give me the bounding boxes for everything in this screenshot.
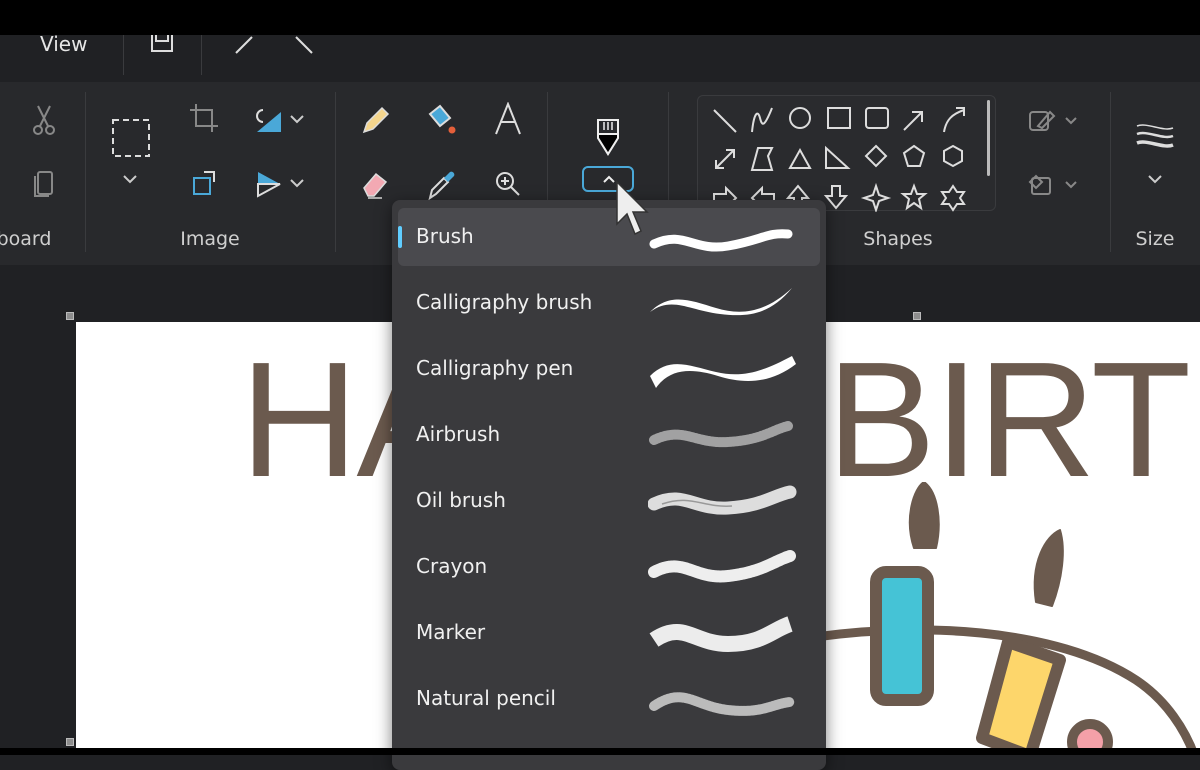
crop-icon[interactable]: [190, 104, 218, 132]
shape-icons: [713, 107, 966, 214]
brush-item-oil-brush[interactable]: Oil brush: [398, 472, 820, 530]
flip-icon[interactable]: [255, 170, 311, 198]
brushes-dropdown-menu: Brush Calligraphy brush Calligraphy pen …: [392, 200, 826, 770]
resize-handle-top[interactable]: [913, 312, 921, 320]
group-label-size: Size: [1135, 228, 1175, 250]
magnifier-icon[interactable]: [494, 170, 522, 198]
undo-icon[interactable]: [292, 35, 316, 55]
cut-icon[interactable]: [30, 104, 58, 136]
brush-item-marker[interactable]: Marker: [398, 604, 820, 662]
airbrush-stroke-preview: [649, 421, 793, 448]
cake-drawing: [796, 482, 1199, 755]
resize-handle-top-left[interactable]: [66, 312, 74, 320]
outline-icon[interactable]: [1028, 108, 1084, 134]
save-icon[interactable]: [150, 35, 174, 55]
rotate-icon[interactable]: [255, 106, 311, 134]
menu-view[interactable]: View: [40, 32, 87, 56]
text-icon[interactable]: [494, 102, 522, 136]
select-icon[interactable]: [111, 118, 151, 158]
size-icon[interactable]: [1135, 122, 1175, 154]
mouse-cursor-icon: [616, 180, 649, 236]
chevron-up-icon: [603, 175, 615, 183]
shapes-scrollbar[interactable]: [987, 100, 990, 176]
fill-icon[interactable]: [426, 104, 458, 136]
bottom-black-bar: [0, 748, 1200, 755]
calligraphy-brush-stroke-preview: [650, 288, 792, 316]
pencil-icon[interactable]: [360, 104, 390, 136]
redo-icon[interactable]: [232, 35, 256, 55]
copy-icon[interactable]: [32, 170, 56, 200]
group-label-clipboard: board: [0, 228, 52, 250]
crayon-stroke-preview: [648, 550, 796, 583]
size-chevron-icon[interactable]: [1147, 174, 1163, 186]
group-label-image: Image: [180, 228, 240, 250]
brush-icon[interactable]: [596, 118, 620, 158]
group-label-shapes: Shapes: [863, 228, 933, 250]
oil-brush-stroke-preview: [648, 485, 797, 515]
shapes-grid: [713, 100, 990, 214]
brush-item-airbrush[interactable]: Airbrush: [398, 406, 820, 464]
top-black-bar: [0, 0, 1200, 35]
brush-item-natural-pencil[interactable]: Natural pencil: [398, 670, 820, 728]
brush-item-calligraphy-brush[interactable]: Calligraphy brush: [398, 274, 820, 332]
selected-indicator: [398, 226, 402, 248]
select-chevron-icon[interactable]: [122, 174, 138, 186]
shapes-gallery: [697, 95, 996, 214]
brush-item-calligraphy-pen[interactable]: Calligraphy pen: [398, 340, 820, 398]
calligraphy-pen-stroke-preview: [650, 356, 796, 388]
brush-item-crayon[interactable]: Crayon: [398, 538, 820, 596]
marker-stroke-preview: [649, 616, 793, 653]
fill-style-icon[interactable]: [1028, 172, 1084, 198]
brush-stroke-preview: [649, 229, 793, 252]
resize-icon[interactable]: [190, 170, 218, 198]
resize-handle-left[interactable]: [66, 738, 74, 746]
natural-pencil-stroke-preview: [649, 692, 795, 716]
eraser-icon[interactable]: [360, 170, 390, 200]
brush-item-brush[interactable]: Brush: [398, 208, 820, 266]
menu-bar: View: [0, 32, 1200, 82]
color-picker-icon[interactable]: [426, 168, 458, 200]
